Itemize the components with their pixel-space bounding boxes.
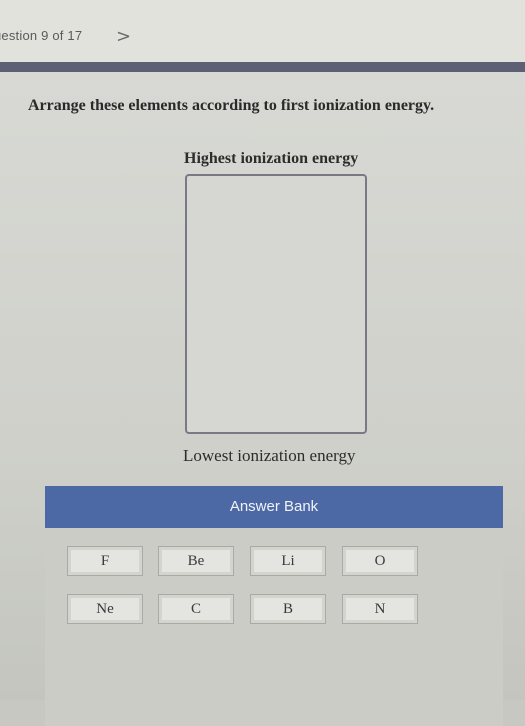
top-bar: uestion 9 of 17 > xyxy=(0,0,525,62)
lowest-label: Lowest ionization energy xyxy=(183,446,356,465)
answer-tile-be[interactable]: Be xyxy=(158,546,234,576)
question-content: Arrange these elements according to firs… xyxy=(0,72,525,726)
answer-tile-c[interactable]: C xyxy=(158,594,234,624)
answer-tile-b[interactable]: B xyxy=(250,594,326,624)
answer-tile-li[interactable]: Li xyxy=(250,546,326,576)
ranking-drop-zone[interactable] xyxy=(185,174,367,434)
next-question-arrow-icon[interactable]: > xyxy=(116,26,131,47)
answer-tile-n[interactable]: N xyxy=(342,594,418,624)
answer-bank: Answer Bank F Be Li O Ne C B N xyxy=(45,486,503,726)
highest-label: Highest ionization energy xyxy=(184,150,359,167)
question-counter: uestion 9 of 17 xyxy=(0,28,83,43)
header-divider xyxy=(0,62,525,72)
answer-tile-ne[interactable]: Ne xyxy=(67,594,143,624)
answer-tile-o[interactable]: O xyxy=(342,546,418,576)
question-prompt: Arrange these elements according to firs… xyxy=(28,97,435,114)
answer-tile-f[interactable]: F xyxy=(67,546,143,576)
answer-bank-title: Answer Bank xyxy=(45,486,503,528)
